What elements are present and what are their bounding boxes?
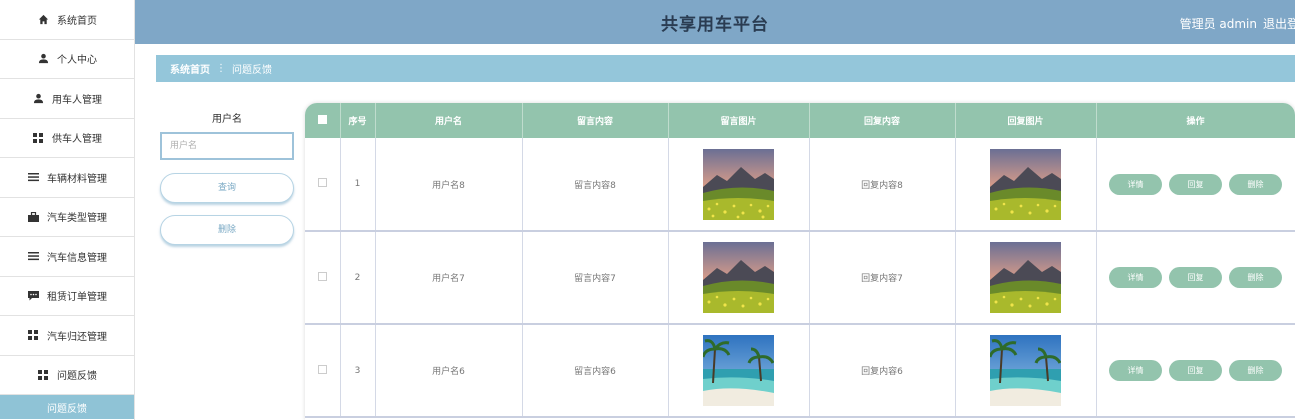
sidebar-item-label: 问题反馈 (57, 371, 97, 383)
row-index: 2 (340, 231, 376, 325)
row-index: 3 (340, 324, 376, 418)
delete-button[interactable]: 删除 (1229, 267, 1282, 288)
table-row: 2 用户名7 留言内容7 回复内容7 详情 回复 删除 (305, 231, 1295, 325)
sidebar-item-car-return[interactable]: 汽车归还管理 (0, 316, 134, 356)
detail-button[interactable]: 详情 (1109, 267, 1162, 288)
message-image-mountain[interactable] (703, 242, 774, 313)
sidebar-item-label: 租赁订单管理 (47, 292, 107, 304)
sidebar-item-renter-management[interactable]: 用车人管理 (0, 79, 134, 119)
reply-button[interactable]: 回复 (1169, 173, 1222, 195)
sidebar-item-personal-center[interactable]: 个人中心 (0, 40, 134, 79)
breadcrumb: 系统首页 ⋮ 问题反馈 (156, 55, 1295, 82)
reply-button[interactable]: 回复 (1169, 360, 1222, 381)
app-title: 共享用车平台 (661, 14, 769, 35)
row-checkbox[interactable] (317, 178, 327, 187)
sidebar-item-vehicle-materials[interactable]: 车辆材料管理 (0, 158, 134, 198)
sidebar-item-home[interactable]: 系统首页 (0, 0, 134, 40)
table-row: 1 用户名8 留言内容8 回复内容8 详情 回复 删除 (305, 138, 1295, 232)
breadcrumb-home[interactable]: 系统首页 (170, 61, 210, 76)
sidebar-item-label: 个人中心 (57, 55, 97, 67)
sidebar-item-feedback[interactable]: 问题反馈 (0, 356, 134, 395)
grid-icon (27, 329, 39, 341)
row-username: 用户名7 (375, 231, 523, 325)
row-message: 留言内容7 (522, 231, 669, 325)
person-icon (37, 53, 49, 65)
delete-button[interactable]: 删除 (1229, 360, 1282, 381)
chat-icon (27, 290, 39, 302)
row-checkbox[interactable] (317, 364, 327, 374)
briefcase-icon (27, 211, 39, 223)
detail-button[interactable]: 详情 (1109, 360, 1162, 381)
sidebar-item-label: 用车人管理 (52, 94, 102, 106)
batch-delete-button[interactable]: 删除 (160, 215, 294, 245)
sidebar-item-rental-orders[interactable]: 租赁订单管理 (0, 277, 134, 316)
sidebar-item-label: 汽车归还管理 (47, 331, 107, 343)
sidebar-item-car-info[interactable]: 汽车信息管理 (0, 237, 134, 277)
breadcrumb-current: 问题反馈 (232, 65, 272, 76)
detail-button[interactable]: 详情 (1109, 173, 1162, 195)
sidebar-item-label: 车辆材料管理 (47, 173, 107, 185)
row-reply: 回复内容7 (809, 231, 956, 325)
reply-button[interactable]: 回复 (1169, 267, 1222, 288)
row-message: 留言内容6 (522, 324, 669, 418)
reply-image-beach[interactable] (990, 335, 1061, 406)
sidebar-item-label: 系统首页 (57, 15, 97, 27)
sidebar-item-label: 供车人管理 (52, 134, 102, 146)
sidebar-item-supplier-management[interactable]: 供车人管理 (0, 119, 134, 158)
user-area: 管理员 admin 退出登 (1174, 15, 1295, 32)
column-header: 留言内容 (522, 103, 669, 138)
sidebar-item-car-type[interactable]: 汽车类型管理 (0, 198, 134, 237)
row-username: 用户名6 (375, 324, 523, 418)
column-header: 用户名 (375, 103, 523, 138)
username-search-input[interactable] (160, 132, 294, 160)
grid-icon (37, 369, 49, 381)
row-index: 1 (340, 138, 376, 232)
sidebar-item-label: 汽车类型管理 (47, 213, 107, 225)
search-panel: 用户名 查询 删除 (160, 110, 294, 245)
row-message: 留言内容8 (522, 138, 669, 232)
feedback-table: 序号 用户名 留言内容 留言图片 回复内容 回复图片 操作 1 用户名8 留言内… (305, 103, 1295, 420)
message-image-beach[interactable] (703, 335, 774, 406)
row-reply: 回复内容6 (809, 324, 956, 418)
column-header: 留言图片 (668, 103, 810, 138)
column-header: 回复内容 (809, 103, 956, 138)
delete-button[interactable]: 删除 (1229, 173, 1282, 195)
select-all-checkbox[interactable] (317, 114, 327, 124)
select-all-cell (305, 103, 341, 138)
sidebar-subitem-feedback[interactable]: 问题反馈 (0, 395, 134, 419)
sidebar-item-label: 汽车信息管理 (47, 252, 107, 264)
row-actions: 详情 回复 删除 (1109, 360, 1282, 381)
message-image-mountain[interactable] (703, 148, 774, 220)
table-header-row: 序号 用户名 留言内容 留言图片 回复内容 回复图片 操作 (305, 103, 1295, 138)
person-icon (32, 92, 44, 104)
logout-link[interactable]: 退出登 (1263, 17, 1295, 31)
row-actions: 详情 回复 删除 (1109, 173, 1282, 195)
sidebar: 系统首页 个人中心 用车人管理 供车人管理 车辆材料管理 汽车类型管理 汽车信息… (0, 0, 135, 420)
table-row: 3 用户名6 留言内容6 回复内容6 详情 回复 删除 (305, 324, 1295, 418)
column-header: 回复图片 (955, 103, 1097, 138)
grid-icon (32, 132, 44, 144)
username-label: 用户名 (212, 114, 242, 125)
list-icon (27, 171, 39, 183)
column-header: 序号 (340, 103, 376, 138)
row-username: 用户名8 (375, 138, 523, 232)
query-button[interactable]: 查询 (160, 173, 294, 203)
row-reply: 回复内容8 (809, 138, 956, 232)
reply-image-mountain[interactable] (990, 242, 1061, 313)
breadcrumb-separator: ⋮ (216, 63, 226, 74)
column-header: 操作 (1096, 103, 1295, 138)
row-actions: 详情 回复 删除 (1109, 267, 1282, 288)
sidebar-subitem-label: 问题反馈 (47, 403, 87, 415)
row-checkbox[interactable] (317, 271, 327, 281)
home-icon (37, 13, 49, 25)
top-header: 共享用车平台 管理员 admin 退出登 (135, 0, 1295, 44)
reply-image-mountain[interactable] (990, 148, 1061, 220)
list-icon (27, 250, 39, 262)
current-user: 管理员 admin (1179, 17, 1257, 31)
